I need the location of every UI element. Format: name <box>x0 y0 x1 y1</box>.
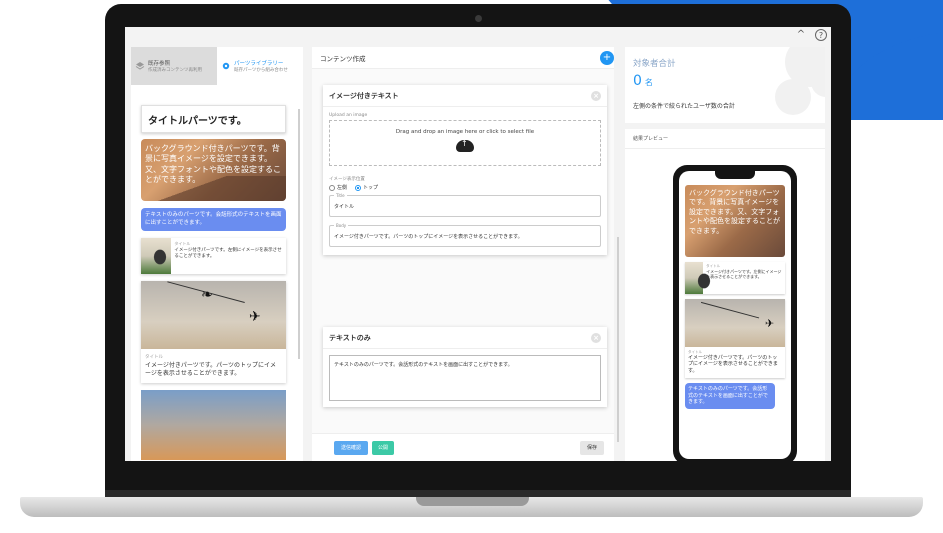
radio-left-icon <box>329 184 335 191</box>
body-field[interactable]: Body イメージ付きパーツです。パーツのトップにイメージを表示させることができ… <box>329 223 601 247</box>
image-dropzone[interactable]: Drag and drop an image here or click to … <box>329 120 601 166</box>
tab-library[interactable]: パーツライブラリー 既存パーツから組み合わせ <box>217 47 303 85</box>
bird-icon: ✈ <box>765 317 775 330</box>
preview-background-part: バックグラウンド付きパーツです。背景に写真イメージを設定できます。又、文字フォン… <box>685 185 785 257</box>
kite-image[interactable] <box>141 389 286 460</box>
text-only-card: テキストのみ × テキストのみのパーツです。会話形式のテキストを画面に出すことが… <box>323 327 607 407</box>
phone-notch <box>715 171 755 179</box>
parts-panel: 既存参照 作成済みコンテンツ再利用 パーツライブラリー 既存パーツから組み合わせ… <box>131 47 303 461</box>
title-part-text: タイトルパーツです。 <box>148 115 247 127</box>
editor-scrollbar[interactable] <box>617 237 619 442</box>
preview-image-top-part: ✈ タイトル イメージ付きパーツです。パーツのトップにイメージを表示させることが… <box>685 299 785 378</box>
image-top-text: イメージ付きパーツです。パーツのトップにイメージを表示させることができます。 <box>145 361 277 378</box>
total-panel: 対象者合計 0名 左側の条件で絞られたユーザ数の合計 <box>625 47 825 123</box>
radio-top-icon <box>355 184 362 191</box>
stones-image <box>685 262 714 294</box>
position-label: イメージ表示位置 <box>329 177 365 182</box>
editor-footer: 送信確認 公開 保存 <box>312 433 614 461</box>
parts-scrollbar[interactable] <box>298 109 300 359</box>
title-field-legend: Title <box>334 193 347 198</box>
preview-title: 結果プレビュー <box>625 129 825 149</box>
tab-existing-title: 既存参照 <box>148 61 171 67</box>
image-top-label: タイトル <box>145 355 163 361</box>
app-screen: ^ ? 既存参照 作成済みコンテンツ再利用 パーツライブラリー 既存パーツから組… <box>125 27 831 461</box>
image-text-card-title: イメージ付きテキスト <box>329 91 399 100</box>
radio-top-label: トップ <box>363 185 379 191</box>
image-left-text: イメージ付きパーツです。左側にイメージを表示させることができます。 <box>174 248 282 260</box>
preview-image-top-text: イメージ付きパーツです。パーツのトップにイメージを表示させることができます。 <box>688 354 778 375</box>
publish-button[interactable]: 公開 <box>372 441 394 455</box>
upload-label: Upload an image <box>329 113 368 118</box>
preview-text-only-part: テキストのみのパーツです。会話形式のテキストを画面に出すことができます。 <box>685 382 775 410</box>
window-controls: ^ ? <box>795 29 827 41</box>
editor-title: コンテンツ作成 <box>320 54 366 63</box>
tab-library-sub: 既存パーツから組み合わせ <box>234 68 288 73</box>
parts-tabs: 既存参照 作成済みコンテンツ再利用 パーツライブラリー 既存パーツから組み合わせ <box>131 47 303 85</box>
preview-panel: 結果プレビュー バックグラウンド付きパーツです。背景に写真イメージを設定できます… <box>625 129 825 461</box>
bird-icon: ✈ <box>249 309 261 326</box>
tab-library-title: パーツライブラリー <box>234 61 284 67</box>
text-only-textarea-value: テキストのみのパーツです。会話形式のテキストを画面に出すことができます。 <box>334 362 513 368</box>
total-unit: 名 <box>644 78 653 87</box>
image-text-card: イメージ付きテキスト × Upload an image Drag and dr… <box>323 85 607 255</box>
parts-list: タイトルパーツです。 バックグラウンド付きパーツです。背景に写真イメージを設定で… <box>141 105 286 460</box>
radio-top[interactable]: トップ <box>355 184 378 191</box>
stones-image <box>141 238 172 275</box>
position-radio-group: 左側 トップ <box>329 184 601 191</box>
tab-existing[interactable]: 既存参照 作成済みコンテンツ再利用 <box>131 47 217 85</box>
title-part[interactable]: タイトルパーツです。 <box>141 105 286 133</box>
chevron-up-icon[interactable]: ^ <box>795 29 807 41</box>
add-part-button[interactable]: + <box>600 51 614 65</box>
total-description: 左側の条件で絞られたユーザ数の合計 <box>633 103 735 110</box>
total-count-row: 0名 <box>633 73 653 89</box>
laptop-notch <box>416 497 529 506</box>
save-button[interactable]: 保存 <box>580 441 604 455</box>
radio-left[interactable]: 左側 <box>329 184 347 191</box>
image-text-card-header: イメージ付きテキスト × <box>323 85 607 107</box>
image-left-label: タイトル <box>174 241 191 247</box>
text-only-textarea[interactable]: テキストのみのパーツです。会話形式のテキストを画面に出すことができます。 <box>329 355 601 401</box>
text-only-part[interactable]: テキストのみのパーツです。会話形式のテキストを画面に出すことができます。 <box>141 208 286 232</box>
title-field[interactable]: Title タイトル <box>329 193 601 217</box>
background-part[interactable]: バックグラウンド付きパーツです。背景に写真イメージを設定できます。又、文字フォン… <box>141 139 286 201</box>
bird-image: ❧ ✈ <box>141 281 286 350</box>
radio-left-label: 左側 <box>337 185 348 191</box>
total-title: 対象者合計 <box>633 59 676 69</box>
send-confirm-button[interactable]: 送信確認 <box>334 441 368 455</box>
decor-circle <box>775 79 811 115</box>
preview-image-left-text: イメージ付きパーツです。左側にイメージを表示させることができます。 <box>706 268 782 279</box>
text-only-card-title: テキストのみ <box>329 333 371 342</box>
bird-icon: ❧ <box>201 287 213 304</box>
total-count: 0 <box>633 73 642 89</box>
content-editor: コンテンツ作成 + イメージ付きテキスト × Upload an image D… <box>312 47 619 461</box>
editor-header: コンテンツ作成 <box>312 47 614 69</box>
dropzone-text: Drag and drop an image here or click to … <box>395 129 535 135</box>
phone-mockup: バックグラウンド付きパーツです。背景に写真イメージを設定できます。又、文字フォン… <box>673 165 797 461</box>
phone-screen: バックグラウンド付きパーツです。背景に写真イメージを設定できます。又、文字フォン… <box>679 171 791 459</box>
close-icon[interactable]: × <box>591 90 601 101</box>
cloud-upload-icon <box>456 139 474 152</box>
layers-icon <box>135 62 145 70</box>
tab-existing-sub: 作成済みコンテンツ再利用 <box>148 68 202 73</box>
text-only-card-header: テキストのみ × <box>323 327 607 349</box>
laptop-camera <box>475 15 482 22</box>
background-part-text: バックグラウンド付きパーツです。背景に写真イメージを設定できます。又、文字フォン… <box>145 144 281 185</box>
preview-image-left-part: タイトル イメージ付きパーツです。左側にイメージを表示させることができます。 <box>685 262 785 294</box>
marketing-stage: ^ ? 既存参照 作成済みコンテンツ再利用 パーツライブラリー 既存パーツから組… <box>0 0 943 533</box>
body-field-value: イメージ付きパーツです。パーツのトップにイメージを表示させることができます。 <box>334 234 523 240</box>
close-icon[interactable]: × <box>591 332 601 343</box>
gear-icon <box>222 62 230 70</box>
body-field-legend: Body <box>334 223 349 228</box>
text-only-part-text: テキストのみのパーツです。会話形式のテキストを画面に出すことができます。 <box>145 212 282 226</box>
help-icon[interactable]: ? <box>815 29 827 41</box>
bird-image: ✈ <box>685 299 785 357</box>
image-left-part[interactable]: タイトル イメージ付きパーツです。左側にイメージを表示させることができます。 <box>141 238 286 275</box>
image-top-part[interactable]: ❧ ✈ タイトル イメージ付きパーツです。パーツのトップにイメージを表示させるこ… <box>141 281 286 383</box>
title-field-value: タイトル <box>334 204 355 210</box>
